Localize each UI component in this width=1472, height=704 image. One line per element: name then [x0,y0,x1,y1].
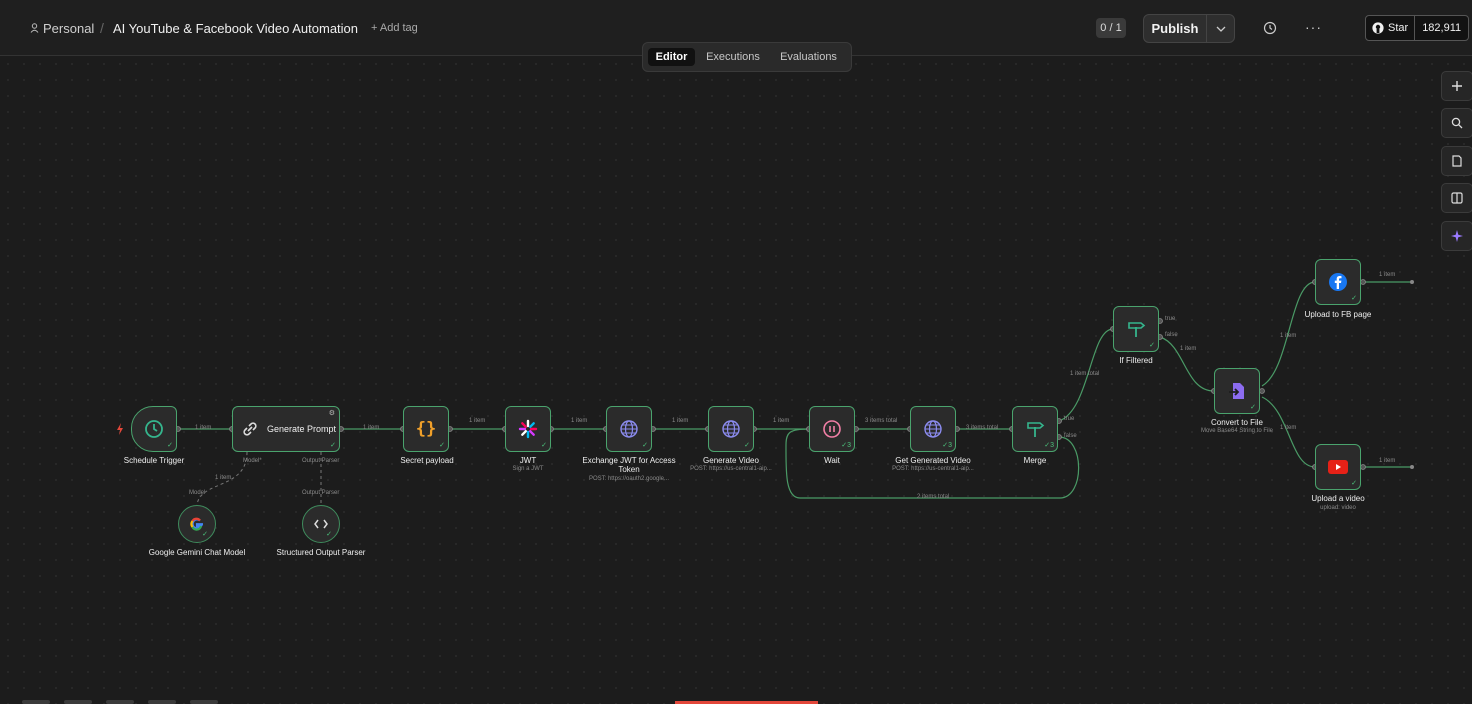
globe-icon [620,420,638,438]
node-generate-video[interactable]: ✓ [708,406,754,452]
edge-label: 1 item [672,418,689,424]
node-label: Structured Output Parser [276,548,366,557]
edge-label: 1 item [773,418,790,424]
edge-label: 1 item [571,418,588,424]
edge-label: 1 item [1379,458,1396,464]
signpost-icon [1027,422,1045,437]
node-label: Schedule Trigger [123,456,185,465]
node-generate-prompt[interactable]: Generate Prompt ⚙ ✓ [232,406,340,452]
node-label: Upload to FB page [1304,310,1372,319]
bottom-panel-tab[interactable] [190,700,218,704]
file-convert-icon [1229,383,1244,399]
success-check-icon: ✓ [202,531,208,538]
node-subtitle: POST: https://oauth2.google... [588,476,670,482]
success-check-icon: ✓ [744,442,750,449]
success-check-icon: ✓ [330,442,336,449]
node-label: Get Generated Video [895,456,971,465]
node-subtitle: Move Base64 String to File [1200,428,1274,434]
node-label: Upload a video [1311,494,1365,503]
node-label: Secret payload [400,456,454,465]
edge-label-loop: 2 items total [917,494,950,500]
node-label: JWT [519,456,537,465]
node-label: If Filtered [1119,356,1153,365]
node-inline-label: Generate Prompt [267,424,337,434]
node-subtitle: upload: video [1320,505,1356,511]
node-wait[interactable]: ✓3 [809,406,855,452]
edge-label: 1 item total [1070,371,1100,377]
success-check-icon: ✓3 [1044,442,1054,449]
success-check-icon: ✓ [642,442,648,449]
node-structured-output-parser[interactable]: ✓ [302,505,340,543]
node-upload-fb[interactable]: ✓ [1315,259,1361,305]
trigger-bolt-icon [117,423,123,435]
edge-label: 1 item [469,418,486,424]
success-check-icon: ✓ [1250,404,1256,411]
success-check-icon: ✓ [167,442,173,449]
node-exchange-jwt[interactable]: ✓ [606,406,652,452]
port-label: false [1064,433,1077,439]
bottom-panel-tab[interactable] [148,700,176,704]
node-merge[interactable]: ✓3 [1012,406,1058,452]
node-secret-payload[interactable]: {} ✓ [403,406,449,452]
node-if-filtered[interactable]: ✓ [1113,306,1159,352]
node-google-gemini[interactable]: ✓ [178,505,216,543]
success-check-icon: ✓3 [841,442,851,449]
success-check-icon: ✓3 [942,442,952,449]
node-label: Convert to File [1210,418,1264,427]
port-label: Output Parser [302,490,340,496]
success-check-icon: ✓ [1351,480,1357,487]
port-label: Model* [243,458,262,464]
globe-icon [722,420,740,438]
success-check-icon: ✓ [541,442,547,449]
edge-label-model: 1 item [215,475,232,481]
success-check-icon: ✓ [1351,295,1357,302]
node-label: Generate Video [703,456,759,465]
edge-label: 1 item [1379,272,1396,278]
port-label: false [1165,332,1178,338]
bottom-panel-tab[interactable] [22,700,50,704]
node-subtitle: POST: https://us-central1-aip... [892,466,974,472]
facebook-icon [1329,273,1347,291]
link-icon [243,422,257,436]
node-schedule-trigger[interactable]: ✓ [131,406,177,452]
clock-icon [145,420,163,438]
signpost-icon [1128,322,1146,337]
bottom-panel-tab[interactable] [64,700,92,704]
settings-icon: ⚙ [328,410,335,417]
port-label: true [1064,416,1075,422]
success-check-icon: ✓ [326,531,332,538]
edge-label: 1 item [363,425,380,431]
braces-icon: {} [415,419,437,439]
node-jwt[interactable]: ✓ [505,406,551,452]
success-check-icon: ✓ [1149,342,1155,349]
node-upload-youtube[interactable]: ✓ [1315,444,1361,490]
code-icon [314,519,328,529]
edge-label: 1 item [1180,346,1197,352]
youtube-icon [1328,460,1348,474]
edge-label: 1 item [195,425,212,431]
node-subtitle: POST: https://us-central1-aip... [690,466,772,472]
edge-label: 3 items total [966,425,999,431]
edge-label: 1 item [1280,333,1297,339]
edge-label: 3 items total [865,418,898,424]
node-subtitle: Sign a JWT [512,466,544,472]
node-label: Google Gemini Chat Model [148,548,246,557]
globe-icon [924,420,942,438]
connections-layer [175,279,1414,506]
port-label: Model [189,490,206,496]
bottom-panel-tab[interactable] [106,700,134,704]
node-label: Wait [824,456,840,465]
node-label: Exchange JWT for Access Token [582,456,676,474]
node-get-generated-video[interactable]: ✓3 [910,406,956,452]
port-label: true [1165,316,1176,322]
success-check-icon: ✓ [439,442,445,449]
jwt-icon [518,419,538,439]
pause-icon [823,420,841,438]
port-label: Output Parser [302,458,340,464]
node-convert-to-file[interactable]: ✓ [1214,368,1260,414]
node-label: Merge [1023,456,1047,465]
